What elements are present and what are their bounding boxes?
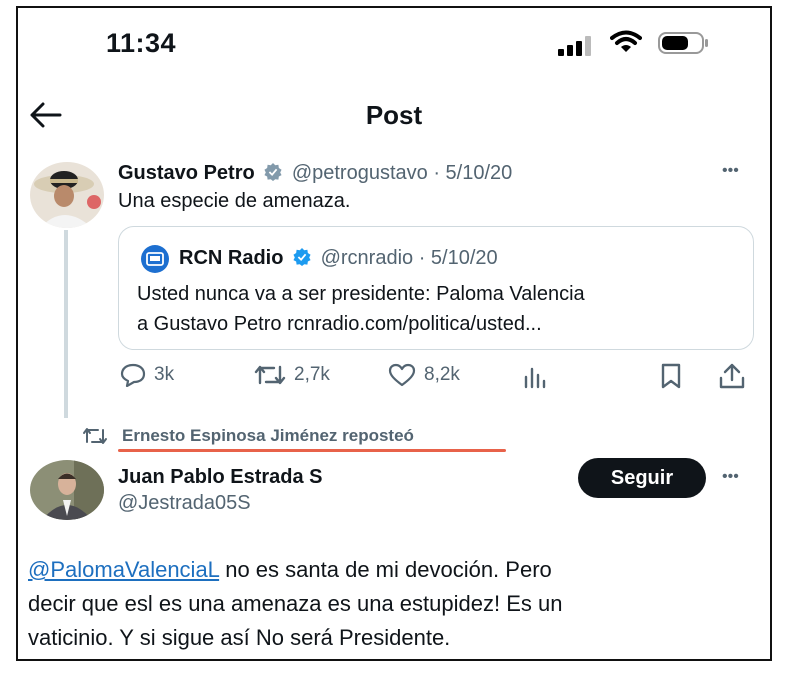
thread-line: [64, 230, 68, 418]
repost-small-icon: [83, 428, 107, 444]
post-header: Gustavo Petro @petrogustavo · 5/10/20: [118, 162, 512, 185]
like-button[interactable]: 8,2k: [388, 363, 460, 387]
verified-gray-icon: [264, 163, 282, 181]
quote-source-name: RCN Radio: [179, 247, 284, 269]
battery-icon: [658, 32, 708, 54]
red-underline: [118, 449, 506, 452]
views-chart-icon[interactable]: [522, 365, 548, 389]
screenshot-frame: 11:34 Post Gustavo Petro @petrogustavo ·…: [16, 6, 772, 661]
more-options-icon[interactable]: •••: [722, 162, 739, 180]
rcn-logo-icon: [141, 245, 169, 273]
wifi-icon: [610, 30, 642, 52]
reply-text-line3: vaticinio. Y si sigue así No será Presid…: [28, 625, 451, 650]
author-handle[interactable]: @petrogustavo: [292, 162, 428, 184]
reply-author-handle[interactable]: @Jestrada05S: [118, 492, 251, 515]
mention-link[interactable]: @PalomaValenciaL: [28, 557, 219, 582]
avatar-gustavo-petro[interactable]: [30, 162, 104, 228]
signal-icon: [558, 36, 591, 56]
repost-notice[interactable]: Ernesto Espinosa Jiménez reposteó: [122, 426, 414, 446]
post-date: · 5/10/20: [433, 162, 513, 184]
reply-text-after-mention: no es santa de mi devoción. Pero: [219, 557, 552, 582]
author-name[interactable]: Gustavo Petro: [118, 162, 255, 184]
quote-text-line2: a Gustavo Petro rcnradio.com/politica/us…: [137, 313, 542, 335]
reply-count: 3k: [154, 364, 175, 385]
share-icon[interactable]: [718, 362, 746, 390]
page-title: Post: [365, 100, 423, 130]
quote-handle: @rcnradio: [320, 247, 414, 269]
verified-blue-icon: [293, 248, 311, 266]
like-count: 8,2k: [424, 364, 460, 385]
reply-more-options-icon[interactable]: •••: [722, 468, 739, 486]
quote-date: · 5/10/20: [418, 247, 498, 269]
bookmark-icon[interactable]: [660, 363, 682, 389]
status-time: 11:34: [106, 28, 177, 58]
heart-icon: [388, 363, 416, 387]
reply-text-line2: decir que esl es una amenaza es una estu…: [28, 591, 563, 616]
quote-text-line1: Usted nunca va a ser presidente: Paloma …: [137, 283, 585, 305]
reply-text-line1: @PalomaValenciaL no es santa de mi devoc…: [28, 553, 758, 587]
reply-author-name[interactable]: Juan Pablo Estrada S: [118, 466, 323, 489]
reply-icon: [120, 363, 146, 387]
reply-text: @PalomaValenciaL no es santa de mi devoc…: [28, 553, 758, 655]
repost-icon: [254, 365, 286, 385]
reply-button[interactable]: 3k: [120, 363, 174, 387]
avatar-juan-pablo-estrada[interactable]: [30, 460, 104, 520]
follow-button[interactable]: Seguir: [578, 458, 706, 498]
repost-count: 2,7k: [294, 364, 330, 385]
post-text: Una especie de amenaza.: [118, 190, 351, 212]
quoted-post[interactable]: RCN Radio @rcnradio · 5/10/20 Usted nunc…: [118, 226, 754, 350]
quote-header: RCN Radio @rcnradio · 5/10/20: [179, 247, 498, 270]
repost-button[interactable]: 2,7k: [254, 363, 330, 387]
